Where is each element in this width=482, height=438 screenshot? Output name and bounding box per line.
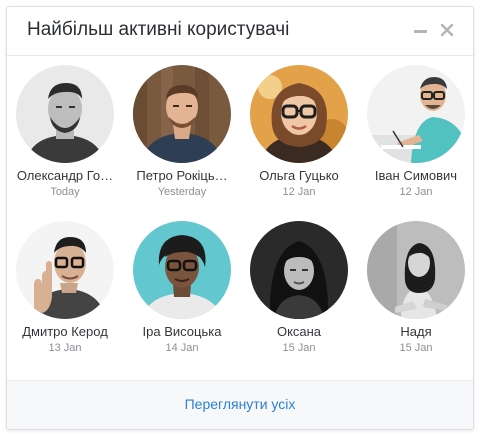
user-name[interactable]: Іра Висоцька bbox=[124, 324, 240, 339]
avatar[interactable] bbox=[133, 221, 231, 319]
user-name[interactable]: Надя bbox=[358, 324, 473, 339]
avatar[interactable] bbox=[367, 221, 465, 319]
widget-footer: Переглянути усіх bbox=[7, 380, 473, 429]
view-all-link[interactable]: Переглянути усіх bbox=[185, 396, 296, 412]
active-users-widget: Найбільш активні користувачі Олександр Г… bbox=[6, 6, 474, 430]
user-last-active-date: 14 Jan bbox=[165, 342, 199, 354]
user-last-active-date: 12 Jan bbox=[399, 186, 433, 198]
user-card[interactable]: Дмитро Керод 13 Jan bbox=[7, 221, 123, 354]
widget-title: Найбільш активні користувачі bbox=[27, 19, 290, 40]
avatar[interactable] bbox=[16, 65, 114, 163]
user-card[interactable]: Іван Симович 12 Jan bbox=[358, 65, 473, 198]
user-card[interactable]: Надя 15 Jan bbox=[358, 221, 473, 354]
user-card[interactable]: Ольга Гуцько 12 Jan bbox=[241, 65, 357, 198]
user-card[interactable]: Оксана 15 Jan bbox=[241, 221, 357, 354]
user-last-active-date: 15 Jan bbox=[282, 342, 316, 354]
widget-header: Найбільш активні користувачі bbox=[7, 7, 473, 56]
user-last-active-date: Today bbox=[50, 186, 80, 198]
avatar[interactable] bbox=[16, 221, 114, 319]
close-icon[interactable] bbox=[440, 23, 454, 37]
user-last-active-date: Yesterday bbox=[157, 186, 207, 198]
user-name[interactable]: Ольга Гуцько bbox=[241, 168, 357, 183]
user-last-active-date: 12 Jan bbox=[282, 186, 316, 198]
user-last-active-date: 15 Jan bbox=[399, 342, 433, 354]
user-name[interactable]: Олександр Го… bbox=[7, 168, 123, 183]
avatar[interactable] bbox=[133, 65, 231, 163]
user-card[interactable]: Олександр Го… Today bbox=[7, 65, 123, 198]
user-last-active-date: 13 Jan bbox=[48, 342, 82, 354]
avatar[interactable] bbox=[250, 65, 348, 163]
user-name[interactable]: Іван Симович bbox=[358, 168, 473, 183]
user-name[interactable]: Оксана bbox=[241, 324, 357, 339]
avatar[interactable] bbox=[250, 221, 348, 319]
users-grid: Олександр Го… Today Петро Рокіць… Yester… bbox=[7, 55, 473, 383]
user-card[interactable]: Іра Висоцька 14 Jan bbox=[124, 221, 240, 354]
user-name[interactable]: Петро Рокіць… bbox=[124, 168, 240, 183]
user-card[interactable]: Петро Рокіць… Yesterday bbox=[124, 65, 240, 198]
minus-icon[interactable] bbox=[414, 30, 427, 33]
user-name[interactable]: Дмитро Керод bbox=[7, 324, 123, 339]
avatar[interactable] bbox=[367, 65, 465, 163]
